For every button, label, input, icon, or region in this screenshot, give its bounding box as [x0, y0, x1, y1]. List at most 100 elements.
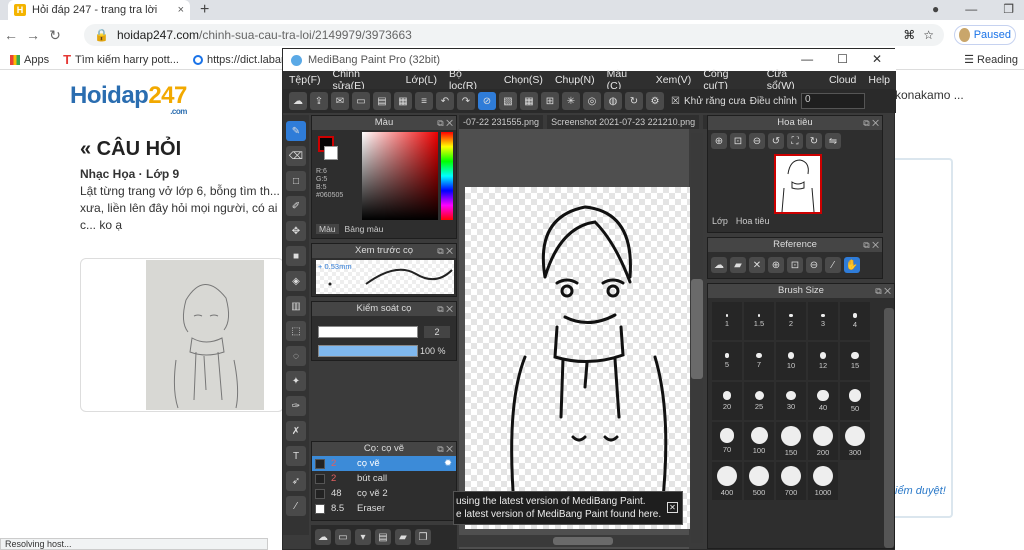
url-field[interactable]: 🔒 hoidap247.com/chinh-sua-cau-tra-loi/21…	[84, 24, 944, 46]
maximize-icon[interactable]: ☐	[837, 52, 848, 66]
copy-brush-icon[interactable]: ▤	[375, 529, 391, 545]
bookmark-apps[interactable]: Apps	[10, 54, 49, 66]
parallel-snap-icon[interactable]: ▧	[499, 92, 517, 110]
brush-size-scrollbar[interactable]	[884, 308, 894, 548]
zoom-in-icon[interactable]: ⊕	[711, 133, 727, 149]
eraser-tool-icon[interactable]: ⌫	[286, 146, 306, 166]
brush-size-cell[interactable]: 1	[712, 302, 742, 340]
select-pen-icon[interactable]: ✑	[286, 396, 306, 416]
rotate-left-icon[interactable]: ↺	[768, 133, 784, 149]
brush-size-cell[interactable]: 300	[840, 422, 870, 460]
zoom-in-icon[interactable]: ⊕	[768, 257, 784, 273]
brush-size-cell[interactable]: 7	[744, 342, 774, 380]
share-icon[interactable]: ⇪	[310, 92, 328, 110]
zoom-fit-icon[interactable]: ⊡	[787, 257, 803, 273]
panel-close-icon[interactable]: ⧉ ✕	[875, 284, 891, 298]
user-name[interactable]: konakamo ...	[895, 88, 964, 102]
brush-size-cell[interactable]: 500	[744, 462, 774, 500]
minimize-icon[interactable]: —	[801, 52, 813, 66]
canvas-hscroll-thumb[interactable]	[553, 537, 613, 545]
layers-icon[interactable]: ≡	[415, 92, 433, 110]
hue-slider[interactable]	[441, 132, 453, 220]
settings-icon[interactable]: ⚙	[646, 92, 664, 110]
brush-size-cell[interactable]: 700	[776, 462, 806, 500]
menu-capture[interactable]: Chụp(N)	[549, 74, 601, 86]
brush-size-cell[interactable]: 150	[776, 422, 806, 460]
fill-rect-icon[interactable]: ■	[286, 246, 306, 266]
gear-icon[interactable]: ✹	[444, 458, 456, 469]
brush-menu-icon[interactable]: ▾	[355, 529, 371, 545]
duplicate-icon[interactable]: ❐	[415, 529, 431, 545]
background-swatch[interactable]	[324, 146, 338, 160]
select-rect-icon[interactable]: ⬚	[286, 321, 306, 341]
brush-row[interactable]: 2 bút call	[312, 471, 456, 486]
dot-tool-icon[interactable]: ✐	[286, 196, 306, 216]
cloud-icon[interactable]: ☁	[289, 92, 307, 110]
profile-dot-icon[interactable]: ●	[932, 2, 939, 16]
close-icon[interactable]: ✕	[667, 502, 678, 513]
close-icon[interactable]: ✕	[872, 52, 882, 66]
brush-size-cell[interactable]: 15	[840, 342, 870, 380]
fit-icon[interactable]: ⛶	[787, 133, 803, 149]
brush-size-value[interactable]: 2	[424, 326, 450, 338]
back-icon[interactable]: ←	[0, 27, 22, 43]
brush-size-cell[interactable]: 4	[840, 302, 870, 340]
navigator-thumbnail[interactable]	[774, 154, 822, 214]
circle-snap-icon[interactable]: ◎	[583, 92, 601, 110]
reading-list-button[interactable]: ☰ Reading	[964, 53, 1018, 66]
curve-snap-icon[interactable]: ◍	[604, 92, 622, 110]
move-tool-icon[interactable]: ✥	[286, 221, 306, 241]
save-icon[interactable]: ▤	[373, 92, 391, 110]
update-notification[interactable]: using the latest version of MediBang Pai…	[453, 491, 683, 525]
hand-icon[interactable]: ✋	[844, 257, 860, 273]
brush-size-cell[interactable]: 10	[776, 342, 806, 380]
panel-close-icon[interactable]: ⧉ ✕	[863, 116, 879, 130]
drawing-canvas[interactable]	[465, 187, 690, 529]
radial-snap-icon[interactable]: ✳	[562, 92, 580, 110]
color-gradient-picker[interactable]	[362, 132, 438, 220]
panel-close-icon[interactable]: ⧉ ✕	[863, 238, 879, 252]
new-file-icon[interactable]: ▭	[352, 92, 370, 110]
brush-tool-icon[interactable]: ✎	[286, 121, 306, 141]
redo-icon[interactable]: ↷	[457, 92, 475, 110]
brush-size-cell[interactable]: 20	[712, 382, 742, 420]
eyedropper-icon[interactable]: ⁄	[825, 257, 841, 273]
forward-icon[interactable]: →	[22, 27, 44, 43]
brush-size-cell[interactable]: 1000	[808, 462, 838, 500]
canvas-vscroll-thumb[interactable]	[691, 279, 703, 379]
brush-size-cell[interactable]: 12	[808, 342, 838, 380]
gradient-icon[interactable]: ▥	[286, 296, 306, 316]
brush-size-cell[interactable]: 70	[712, 422, 742, 460]
brush-size-cell[interactable]: 50	[840, 382, 870, 420]
brush-size-slider[interactable]	[318, 326, 418, 338]
rotate-right-icon[interactable]: ↻	[806, 133, 822, 149]
brush-size-cell[interactable]: 3	[808, 302, 838, 340]
profile-button[interactable]: Paused	[954, 25, 1016, 45]
new-tab-button[interactable]: +	[200, 0, 209, 20]
zoom-out-icon[interactable]: ⊖	[806, 257, 822, 273]
comment-icon[interactable]: ✉	[331, 92, 349, 110]
brush-size-cell[interactable]: 40	[808, 382, 838, 420]
menu-help[interactable]: Help	[862, 74, 896, 86]
brush-size-cell[interactable]: 200	[808, 422, 838, 460]
adjust-select[interactable]: 0	[801, 93, 865, 109]
bookmark-star-icon[interactable]: ☆	[923, 28, 934, 42]
page-icon[interactable]: ▦	[394, 92, 412, 110]
minimize-icon[interactable]: —	[965, 2, 977, 16]
reload-icon[interactable]: ↻	[44, 27, 66, 44]
add-brush-icon[interactable]: ▭	[335, 529, 351, 545]
tab-layer[interactable]: Lớp	[712, 216, 728, 226]
browser-tab[interactable]: H Hỏi đáp 247 - trang tra lời ×	[8, 0, 190, 20]
panel-close-icon[interactable]: ⧉ ✕	[437, 302, 453, 316]
brush-row[interactable]: 8.5 Eraser	[312, 501, 456, 516]
undo-icon[interactable]: ↶	[436, 92, 454, 110]
brush-size-cell[interactable]: 5	[712, 342, 742, 380]
eyedropper-icon[interactable]: ⁄	[286, 496, 306, 516]
close-reference-icon[interactable]: ✕	[749, 257, 765, 273]
bucket-icon[interactable]: ◈	[286, 271, 306, 291]
folder-icon[interactable]: ▰	[395, 529, 411, 545]
brush-opacity-slider[interactable]	[318, 345, 418, 357]
panel-close-icon[interactable]: ⧉ ✕	[437, 442, 453, 456]
brush-size-cell[interactable]: 1.5	[744, 302, 774, 340]
operation-icon[interactable]: ➶	[286, 471, 306, 491]
